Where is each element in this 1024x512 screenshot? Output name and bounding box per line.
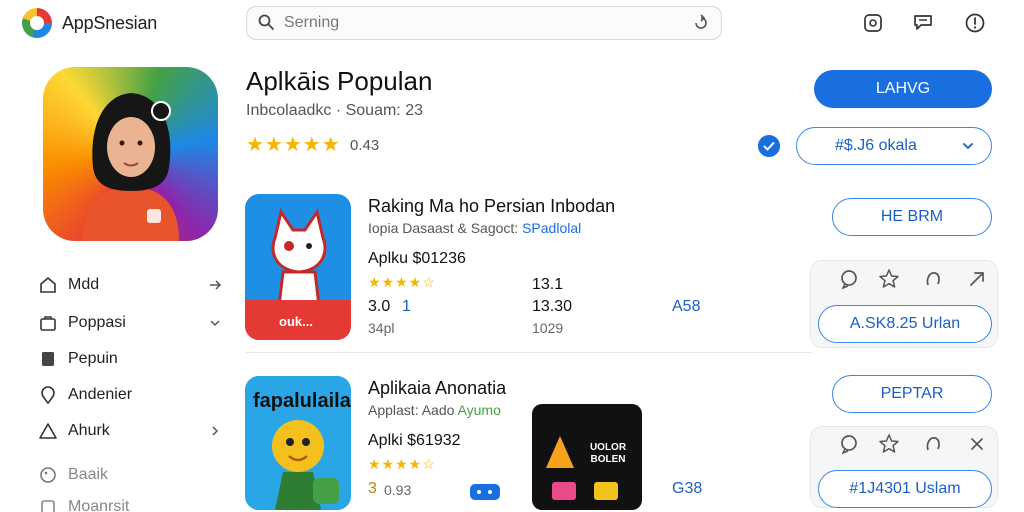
list-item-2-rating-count: 0.93 <box>384 482 412 498</box>
list-item-2-stars: ★★★★☆ <box>368 456 436 472</box>
list-item-1-stat-top: 13.1 <box>532 276 564 293</box>
close-icon[interactable] <box>966 433 988 455</box>
list-item-2-price: Aplki $61932 <box>368 432 461 449</box>
list-item-2-rating: 3 <box>368 480 377 497</box>
chevron-down-icon <box>210 320 220 327</box>
bag-icon <box>40 316 56 331</box>
sidebar-item-moanrsit[interactable]: Moanrsit <box>38 495 222 512</box>
list-item-1-blue-value: A58 <box>672 298 701 315</box>
list-item-1-title[interactable]: Raking Ma ho Persian Inbodan <box>368 196 615 217</box>
media-toggle-icon[interactable] <box>470 484 500 500</box>
list-item-1-stat-bottom: 1029 <box>532 320 564 336</box>
app-logo-icon[interactable] <box>22 8 52 38</box>
star-icon[interactable] <box>878 268 900 290</box>
sidebar-item-label: Andenier <box>68 386 133 403</box>
list-item-2-blue-value: G38 <box>672 480 703 497</box>
chevron-down-icon <box>963 143 973 150</box>
list-item-1-icon-label: ouk... <box>279 314 313 329</box>
featured-app-subtitle: Inbcolaadkc · Souam: 23 <box>246 102 423 119</box>
featured-app-artwork[interactable] <box>43 67 218 241</box>
settings-icon <box>41 500 55 512</box>
sidebar-item-label: Pepuin <box>68 350 118 367</box>
list-item-2-icon-label: fapalulailar <box>253 390 351 412</box>
sidebar-item-andenier[interactable]: Andenier <box>38 383 222 407</box>
list-item-2-screenshot[interactable]: UOLOR BOLEN <box>532 404 642 510</box>
star-icon[interactable] <box>878 433 900 455</box>
chat-icon[interactable] <box>912 12 934 34</box>
list-item-1-stars: ★★★★☆ <box>368 274 436 290</box>
list-item-1-extra: 34pl <box>368 320 395 336</box>
list-item-2-subtitle-text: Applast: Aado <box>368 402 455 418</box>
sidebar-item-baaik[interactable]: Baaik <box>38 463 222 487</box>
featured-app-title: Aplkāis Populan <box>246 66 433 96</box>
sidebar-item-label: Baaik <box>68 466 109 483</box>
featured-rating-stars: ★★★★★ <box>246 134 341 156</box>
list-item-2-screenshot-text: UOLOR BOLEN <box>589 442 627 465</box>
share-arrow-icon[interactable] <box>966 268 988 290</box>
list-item-1-stat-mid: 13.30 <box>532 298 573 315</box>
comment-icon[interactable] <box>838 433 860 455</box>
list-item-1-rating: 3.0 <box>368 298 391 315</box>
list-item-2-action-button[interactable]: PEPTAR <box>832 375 992 413</box>
list-item-2-secondary-button[interactable]: #1J4301 Uslam <box>818 470 992 508</box>
list-item-1-subtitle: Iopia Dasaast & Sagoct: SPadlolal <box>368 220 581 236</box>
sidebar-item-label: Poppasi <box>68 314 126 331</box>
comment-icon[interactable] <box>838 268 860 290</box>
bookmark-icon[interactable] <box>922 433 944 455</box>
list-divider <box>246 352 812 353</box>
list-item-2-title[interactable]: Aplikaia Anonatia <box>368 378 506 399</box>
list-item-2-subtitle-accent[interactable]: Ayumo <box>458 402 501 418</box>
featured-app-illustration <box>83 93 179 241</box>
warning-icon <box>39 423 57 439</box>
featured-rating-value: 0.43 <box>350 137 380 154</box>
info-icon[interactable] <box>964 12 986 34</box>
location-icon <box>41 386 55 405</box>
bookmark-icon[interactable] <box>922 268 944 290</box>
document-icon <box>42 352 54 366</box>
app-title: AppSnesian <box>62 13 158 33</box>
install-button[interactable]: LAHVG <box>814 70 992 108</box>
list-item-1-action-button[interactable]: HE BRM <box>832 198 992 236</box>
list-item-1-subtitle-text: Iopia Dasaast & Sagoct: <box>368 220 519 236</box>
list-item-1-price: Aplku $01236 <box>368 250 466 267</box>
list-item-2-app-icon[interactable]: fapalulailar <box>245 376 351 510</box>
list-item-1-secondary-button[interactable]: A.SK8.25 Urlan <box>818 305 992 343</box>
sidebar-item-home[interactable]: Mdd <box>38 273 222 297</box>
options-dropdown-label: #$.J6 okala <box>835 137 917 154</box>
verified-check-icon[interactable] <box>758 135 780 157</box>
sidebar-item-ahurk[interactable]: Ahurk <box>38 419 222 443</box>
sidebar-item-label: Moanrsit <box>68 498 130 512</box>
list-item-2-subtitle: Applast: Aado Ayumo <box>368 402 501 418</box>
sidebar-item-popular[interactable]: Poppasi <box>38 311 222 335</box>
list-item-1-app-icon[interactable]: ouk... <box>245 194 351 340</box>
sidebar-item-label: Ahurk <box>68 422 110 439</box>
sidebar-item-label: Mdd <box>68 276 100 293</box>
notifications-icon[interactable] <box>862 12 884 34</box>
chevron-right-icon <box>212 426 219 436</box>
game-logo-icon <box>546 436 574 468</box>
voice-search-icon[interactable] <box>692 14 710 32</box>
search-input[interactable] <box>284 11 674 35</box>
list-item-1-subtitle-accent[interactable]: SPadlolal <box>522 220 581 236</box>
share-icon <box>210 280 222 290</box>
list-item-1-rating-count: 1 <box>402 298 411 315</box>
sidebar-item-pepuin[interactable]: Pepuin <box>38 347 222 371</box>
home-icon <box>40 277 56 293</box>
paint-icon <box>40 467 56 483</box>
search-icon <box>258 14 274 30</box>
